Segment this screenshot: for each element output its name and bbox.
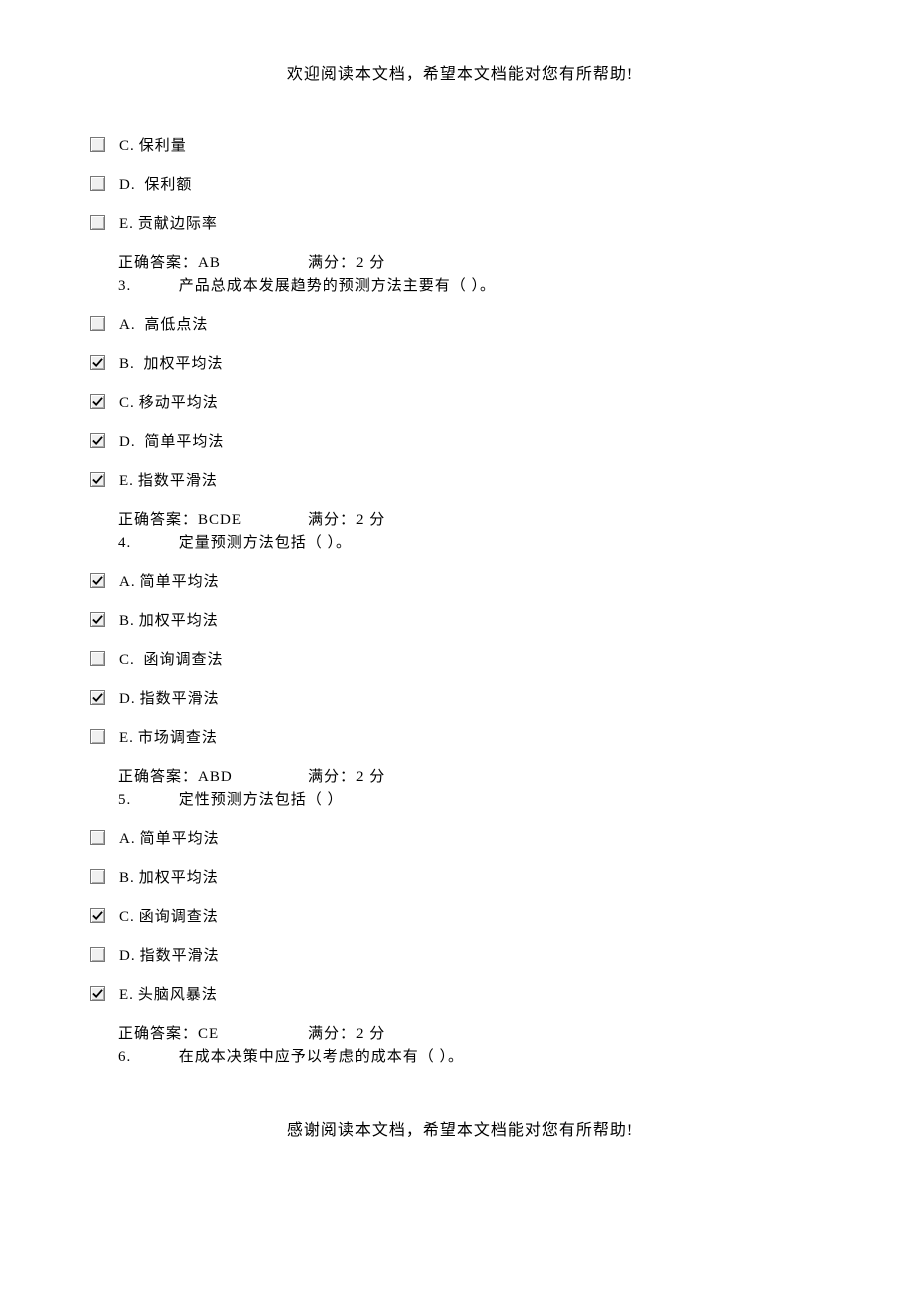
option-row: A.简单平均法 [90, 570, 830, 591]
question-stem: 5. 定性预测方法包括（ ） [90, 788, 830, 809]
option-label: C.移动平均法 [119, 391, 219, 412]
checkbox-icon[interactable] [90, 729, 105, 744]
option-row: A.简单平均法 [90, 827, 830, 848]
checkbox-icon[interactable] [90, 355, 105, 370]
checkbox-icon[interactable] [90, 869, 105, 884]
option-row: E.头脑风暴法 [90, 983, 830, 1004]
option-label: D.指数平滑法 [119, 687, 220, 708]
checkbox-icon[interactable] [90, 612, 105, 627]
option-row: C.保利量 [90, 134, 830, 155]
option-row: B. 加权平均法 [90, 352, 830, 373]
answer-line: 正确答案：AB满分：2 分 [90, 251, 830, 272]
option-label: B.加权平均法 [119, 609, 219, 630]
question-stem: 4. 定量预测方法包括（ ）。 [90, 531, 830, 552]
option-row: D. 保利额 [90, 173, 830, 194]
option-label: D. 保利额 [119, 173, 192, 194]
answer-line: 正确答案：BCDE满分：2 分 [90, 508, 830, 529]
page-footer: 感谢阅读本文档，希望本文档能对您有所帮助! [90, 1116, 830, 1140]
option-row: E.贡献边际率 [90, 212, 830, 233]
option-label: B. 加权平均法 [119, 352, 224, 373]
checkbox-icon[interactable] [90, 176, 105, 191]
checkbox-icon[interactable] [90, 947, 105, 962]
checkbox-icon[interactable] [90, 215, 105, 230]
option-label: A.简单平均法 [119, 827, 220, 848]
option-row: D. 简单平均法 [90, 430, 830, 451]
option-row: E.市场调查法 [90, 726, 830, 747]
checkbox-icon[interactable] [90, 986, 105, 1001]
checkbox-icon[interactable] [90, 573, 105, 588]
question-stem: 6. 在成本决策中应予以考虑的成本有（ ）。 [90, 1045, 830, 1066]
question-stem: 3. 产品总成本发展趋势的预测方法主要有（ ）。 [90, 274, 830, 295]
option-label: A. 高低点法 [119, 313, 208, 334]
option-row: C.函询调查法 [90, 905, 830, 926]
checkbox-icon[interactable] [90, 137, 105, 152]
option-row: C. 函询调查法 [90, 648, 830, 669]
option-label: E.指数平滑法 [119, 469, 218, 490]
option-row: B.加权平均法 [90, 866, 830, 887]
option-row: C.移动平均法 [90, 391, 830, 412]
checkbox-icon[interactable] [90, 394, 105, 409]
option-label: D. 简单平均法 [119, 430, 224, 451]
option-label: E.贡献边际率 [119, 212, 218, 233]
option-row: D.指数平滑法 [90, 687, 830, 708]
option-label: D.指数平滑法 [119, 944, 220, 965]
option-label: C.保利量 [119, 134, 187, 155]
page-header: 欢迎阅读本文档，希望本文档能对您有所帮助! [90, 60, 830, 84]
document-page: 欢迎阅读本文档，希望本文档能对您有所帮助! C.保利量 D. 保利额 E.贡献边… [0, 0, 920, 1180]
option-label: B.加权平均法 [119, 866, 219, 887]
checkbox-icon[interactable] [90, 316, 105, 331]
checkbox-icon[interactable] [90, 690, 105, 705]
option-label: A.简单平均法 [119, 570, 220, 591]
checkbox-icon[interactable] [90, 472, 105, 487]
checkbox-icon[interactable] [90, 433, 105, 448]
option-label: E.市场调查法 [119, 726, 218, 747]
option-row: D.指数平滑法 [90, 944, 830, 965]
answer-line: 正确答案：CE满分：2 分 [90, 1022, 830, 1043]
option-label: C.函询调查法 [119, 905, 219, 926]
checkbox-icon[interactable] [90, 651, 105, 666]
answer-line: 正确答案：ABD满分：2 分 [90, 765, 830, 786]
option-label: C. 函询调查法 [119, 648, 224, 669]
option-row: E.指数平滑法 [90, 469, 830, 490]
checkbox-icon[interactable] [90, 830, 105, 845]
option-label: E.头脑风暴法 [119, 983, 218, 1004]
option-row: B.加权平均法 [90, 609, 830, 630]
checkbox-icon[interactable] [90, 908, 105, 923]
option-row: A. 高低点法 [90, 313, 830, 334]
